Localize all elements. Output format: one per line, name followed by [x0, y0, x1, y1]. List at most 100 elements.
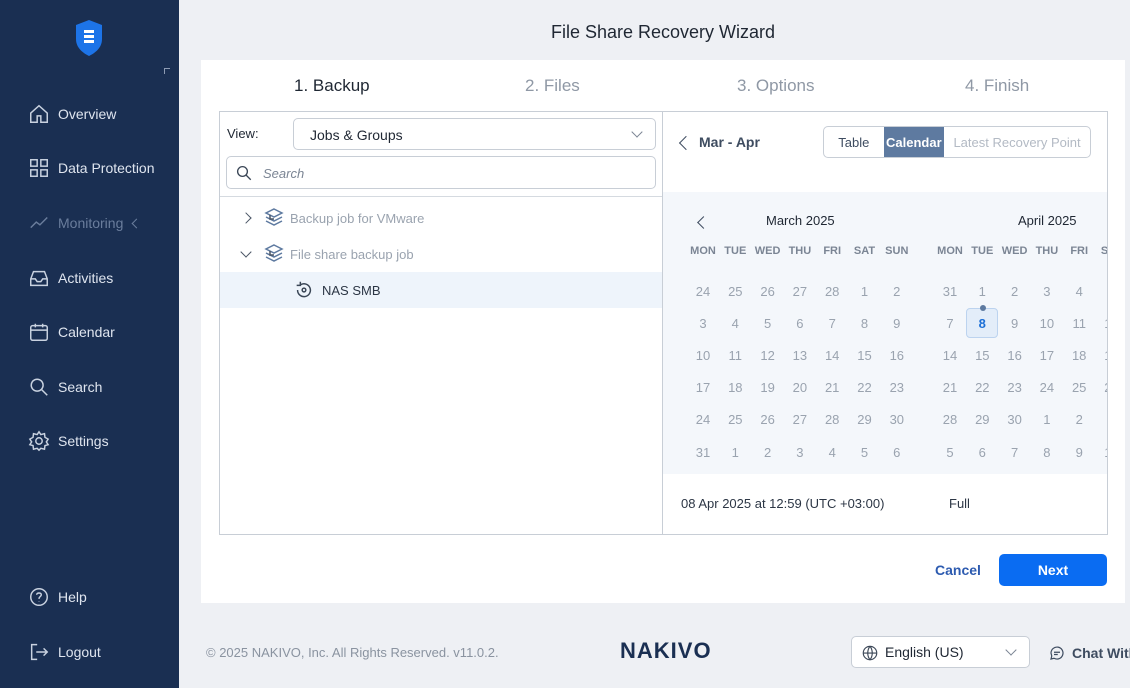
view-select[interactable]: Jobs & Groups [293, 118, 656, 150]
chevron-left-icon[interactable] [678, 135, 694, 151]
calendar-day[interactable]: 5 [934, 437, 966, 467]
calendar-day[interactable]: 13 [784, 340, 816, 370]
calendar-day[interactable]: 18 [719, 373, 751, 403]
calendar-day[interactable]: 31 [687, 437, 719, 467]
nav-calendar[interactable]: Calendar [28, 320, 115, 344]
calendar-day[interactable]: 26 [752, 276, 784, 306]
calendar-day[interactable]: 23 [881, 373, 913, 403]
chevron-down-icon[interactable] [240, 246, 252, 258]
step-backup[interactable]: 1. Backup [294, 76, 370, 96]
calendar-day[interactable]: 1 [1031, 405, 1063, 435]
calendar-day[interactable]: 25 [719, 276, 751, 306]
calendar-day[interactable]: 30 [999, 405, 1031, 435]
calendar-day[interactable]: 24 [687, 405, 719, 435]
chevron-right-icon[interactable] [240, 212, 252, 224]
calendar-day[interactable]: 25 [1063, 373, 1095, 403]
calendar-day[interactable]: 10 [687, 340, 719, 370]
step-files[interactable]: 2. Files [525, 76, 580, 96]
search-input[interactable]: Search [226, 156, 656, 189]
calendar-day[interactable]: 7 [934, 308, 966, 338]
nav-logout[interactable]: Logout [28, 640, 101, 664]
tab-calendar[interactable]: Calendar [883, 127, 945, 157]
calendar-day[interactable]: 1 [719, 437, 751, 467]
step-options[interactable]: 3. Options [737, 76, 815, 96]
calendar-day[interactable]: 14 [816, 340, 848, 370]
calendar-day[interactable]: 12 [1096, 308, 1107, 338]
calendar-day[interactable]: 14 [934, 340, 966, 370]
calendar-day[interactable]: 18 [1063, 340, 1095, 370]
calendar-day[interactable]: 29 [849, 405, 881, 435]
calendar-day[interactable]: 2 [881, 276, 913, 306]
calendar-day[interactable]: 5 [849, 437, 881, 467]
calendar-day[interactable]: 20 [784, 373, 816, 403]
nav-search[interactable]: Search [28, 375, 102, 399]
shield-logo-icon[interactable] [74, 19, 104, 57]
tab-table[interactable]: Table [824, 127, 884, 157]
calendar-day[interactable]: 19 [752, 373, 784, 403]
calendar-day[interactable]: 9 [999, 308, 1031, 338]
calendar-day[interactable]: 11 [1063, 308, 1095, 338]
calendar-day[interactable]: 1 [849, 276, 881, 306]
previous-month-icon[interactable] [697, 216, 710, 229]
calendar-day[interactable]: 10 [1096, 437, 1107, 467]
step-finish[interactable]: 4. Finish [965, 76, 1029, 96]
calendar-day[interactable]: 31 [934, 276, 966, 306]
calendar-day[interactable]: 7 [999, 437, 1031, 467]
calendar-day[interactable]: 7 [816, 308, 848, 338]
calendar-day[interactable]: 27 [784, 405, 816, 435]
calendar-day[interactable]: 2 [752, 437, 784, 467]
tree-row[interactable]: Backup job for VMware [220, 200, 663, 236]
tab-latest-recovery-point[interactable]: Latest Recovery Point [944, 127, 1090, 157]
collapse-sidebar-icon[interactable] [164, 68, 170, 74]
calendar-day[interactable]: 24 [687, 276, 719, 306]
calendar-day[interactable]: 26 [1096, 373, 1107, 403]
calendar-day[interactable]: 15 [966, 340, 998, 370]
calendar-day[interactable]: 8 [1031, 437, 1063, 467]
calendar-day[interactable]: 16 [881, 340, 913, 370]
calendar-day[interactable]: 22 [849, 373, 881, 403]
calendar-day[interactable]: 27 [784, 276, 816, 306]
chat-button[interactable]: Chat With [1048, 644, 1130, 662]
nav-activities[interactable]: Activities [28, 266, 113, 290]
calendar-day[interactable]: 17 [1031, 340, 1063, 370]
calendar-day[interactable]: 21 [934, 373, 966, 403]
calendar-day[interactable]: 16 [999, 340, 1031, 370]
calendar-day[interactable]: 3 [687, 308, 719, 338]
nav-monitoring[interactable]: Monitoring [28, 211, 142, 235]
calendar-day[interactable]: 28 [816, 276, 848, 306]
calendar-day[interactable]: 28 [816, 405, 848, 435]
calendar-day-selected[interactable]: 8 [966, 305, 999, 339]
calendar-day[interactable]: 25 [719, 405, 751, 435]
calendar-day[interactable]: 22 [966, 373, 998, 403]
calendar-day[interactable]: 3 [784, 437, 816, 467]
calendar-day[interactable]: 6 [784, 308, 816, 338]
calendar-day[interactable]: 1 [966, 276, 998, 306]
nav-data-protection[interactable]: Data Protection [28, 156, 155, 180]
nav-overview[interactable]: Overview [28, 102, 116, 126]
recovery-point-date[interactable]: 08 Apr 2025 at 12:59 (UTC +03:00) [681, 496, 884, 511]
calendar-day[interactable]: 10 [1031, 308, 1063, 338]
calendar-day[interactable]: 2 [999, 276, 1031, 306]
calendar-day[interactable]: 4 [719, 308, 751, 338]
nav-settings[interactable]: Settings [28, 429, 109, 453]
calendar-day[interactable]: 5 [1096, 276, 1108, 306]
cancel-button[interactable]: Cancel [925, 554, 991, 586]
calendar-day[interactable]: 2 [1063, 405, 1095, 435]
calendar-day[interactable]: 29 [966, 405, 998, 435]
calendar-day[interactable]: 21 [816, 373, 848, 403]
tree-row-selected[interactable]: NAS SMB [220, 272, 663, 308]
calendar-day[interactable]: 5 [752, 308, 784, 338]
calendar-day[interactable]: 11 [719, 340, 751, 370]
calendar-day[interactable]: 26 [752, 405, 784, 435]
calendar-day[interactable]: 23 [999, 373, 1031, 403]
calendar-day[interactable]: 9 [1063, 437, 1095, 467]
tree-row[interactable]: File share backup job [220, 236, 663, 272]
calendar-day[interactable]: 30 [881, 405, 913, 435]
calendar-day[interactable]: 6 [881, 437, 913, 467]
calendar-day[interactable]: 19 [1096, 340, 1107, 370]
next-button[interactable]: Next [999, 554, 1107, 586]
calendar-day[interactable]: 4 [1063, 276, 1095, 306]
calendar-day[interactable]: 9 [881, 308, 913, 338]
calendar-day[interactable]: 4 [816, 437, 848, 467]
calendar-day[interactable]: 3 [1096, 405, 1108, 435]
